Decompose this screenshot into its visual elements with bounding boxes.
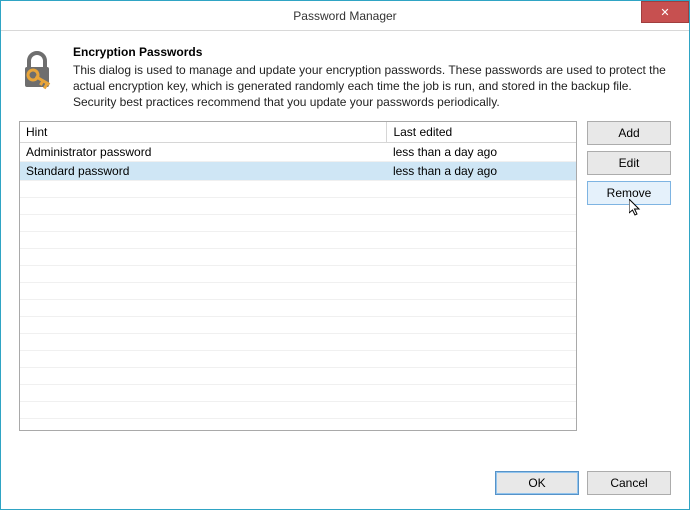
table-row-empty xyxy=(20,350,576,367)
password-table[interactable]: Hint Last edited Administrator passwordl… xyxy=(19,121,577,431)
table-row-empty xyxy=(20,367,576,384)
table-row-empty xyxy=(20,248,576,265)
cell-hint: Standard password xyxy=(20,161,387,180)
side-button-group: Add Edit Remove xyxy=(587,121,671,431)
content-area: Encryption Passwords This dialog is used… xyxy=(1,31,689,111)
titlebar: Password Manager ✕ xyxy=(1,1,689,31)
close-icon: ✕ xyxy=(660,6,669,19)
lock-key-icon xyxy=(19,47,59,91)
table-row-empty xyxy=(20,299,576,316)
column-header-last-edited[interactable]: Last edited xyxy=(387,122,576,143)
cell-last-edited: less than a day ago xyxy=(387,142,576,161)
edit-button[interactable]: Edit xyxy=(587,151,671,175)
header-title: Encryption Passwords xyxy=(73,45,671,59)
cell-hint: Administrator password xyxy=(20,142,387,161)
header-section: Encryption Passwords This dialog is used… xyxy=(19,45,671,111)
close-button[interactable]: ✕ xyxy=(641,1,689,23)
password-manager-window: Password Manager ✕ Encryption xyxy=(0,0,690,510)
cell-last-edited: less than a day ago xyxy=(387,161,576,180)
header-text: Encryption Passwords This dialog is used… xyxy=(73,45,671,111)
remove-button[interactable]: Remove xyxy=(587,181,671,205)
table-row-empty xyxy=(20,282,576,299)
table-row-empty xyxy=(20,333,576,350)
table-header-row: Hint Last edited xyxy=(20,122,576,143)
column-header-hint[interactable]: Hint xyxy=(20,122,387,143)
header-description: This dialog is used to manage and update… xyxy=(73,62,671,111)
table-row-empty xyxy=(20,316,576,333)
table-row-empty xyxy=(20,197,576,214)
table-row-empty xyxy=(20,180,576,197)
table-row-empty xyxy=(20,384,576,401)
table-row[interactable]: Administrator passwordless than a day ag… xyxy=(20,142,576,161)
body-row: Hint Last edited Administrator passwordl… xyxy=(1,121,689,431)
table-row-empty xyxy=(20,401,576,418)
cancel-button[interactable]: Cancel xyxy=(587,471,671,495)
add-button[interactable]: Add xyxy=(587,121,671,145)
window-title: Password Manager xyxy=(1,9,689,23)
footer-buttons: OK Cancel xyxy=(495,471,671,495)
table-row[interactable]: Standard passwordless than a day ago xyxy=(20,161,576,180)
ok-button[interactable]: OK xyxy=(495,471,579,495)
table-row-empty xyxy=(20,231,576,248)
table-row-empty xyxy=(20,214,576,231)
table-row-empty xyxy=(20,265,576,282)
